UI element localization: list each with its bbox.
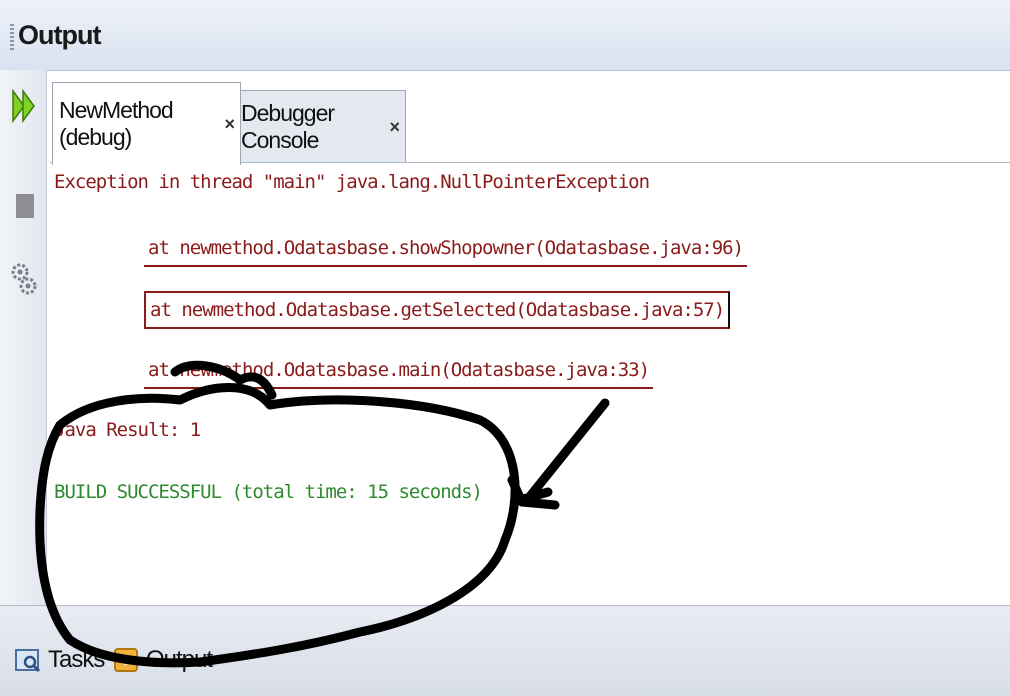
close-icon[interactable]: × [224, 114, 234, 135]
tab-newmethod-debug[interactable]: NewMethod (debug) × [52, 82, 241, 165]
output-label: Output [146, 646, 213, 673]
settings-icon[interactable] [10, 260, 38, 296]
tab-label: Debugger Console [241, 100, 335, 153]
output-icon [114, 648, 138, 672]
output-button[interactable]: Output [112, 646, 213, 674]
output-toolbar [0, 70, 47, 610]
panel-title: Output [18, 20, 101, 50]
tab-label: NewMethod (debug) [59, 97, 174, 150]
stack-trace-link[interactable]: at newmethod.Odatasbase.getSelected(Odat… [144, 291, 731, 329]
output-window: Output NewMethod (debug) × Debugger Cons… [0, 0, 1010, 696]
close-icon[interactable]: × [389, 117, 399, 138]
panel-header: Output [0, 0, 1010, 71]
output-tabs: NewMethod (debug) × Debugger Console × [46, 82, 1010, 165]
tasks-button[interactable]: Tasks [14, 646, 105, 674]
tasks-icon [15, 649, 41, 673]
tasks-label: Tasks [48, 646, 105, 673]
console-output[interactable]: Exception in thread "main" java.lang.Nul… [50, 162, 1010, 603]
drag-grip[interactable] [10, 24, 14, 50]
rerun-icon[interactable] [10, 88, 38, 124]
bottom-window-bar: Tasks Output [0, 605, 1010, 696]
exception-line: Exception in thread "main" java.lang.Nul… [54, 171, 650, 193]
stack-trace-link[interactable]: at newmethod.Odatasbase.main(Odatasbase.… [144, 353, 654, 389]
java-result-line: Java Result: 1 [54, 419, 201, 441]
build-status-line: BUILD SUCCESSFUL (total time: 15 seconds… [54, 481, 483, 503]
stack-trace-link[interactable]: at newmethod.Odatasbase.showShopowner(Od… [144, 231, 748, 267]
tab-debugger-console[interactable]: Debugger Console × [234, 90, 406, 163]
stop-icon[interactable] [10, 188, 38, 224]
